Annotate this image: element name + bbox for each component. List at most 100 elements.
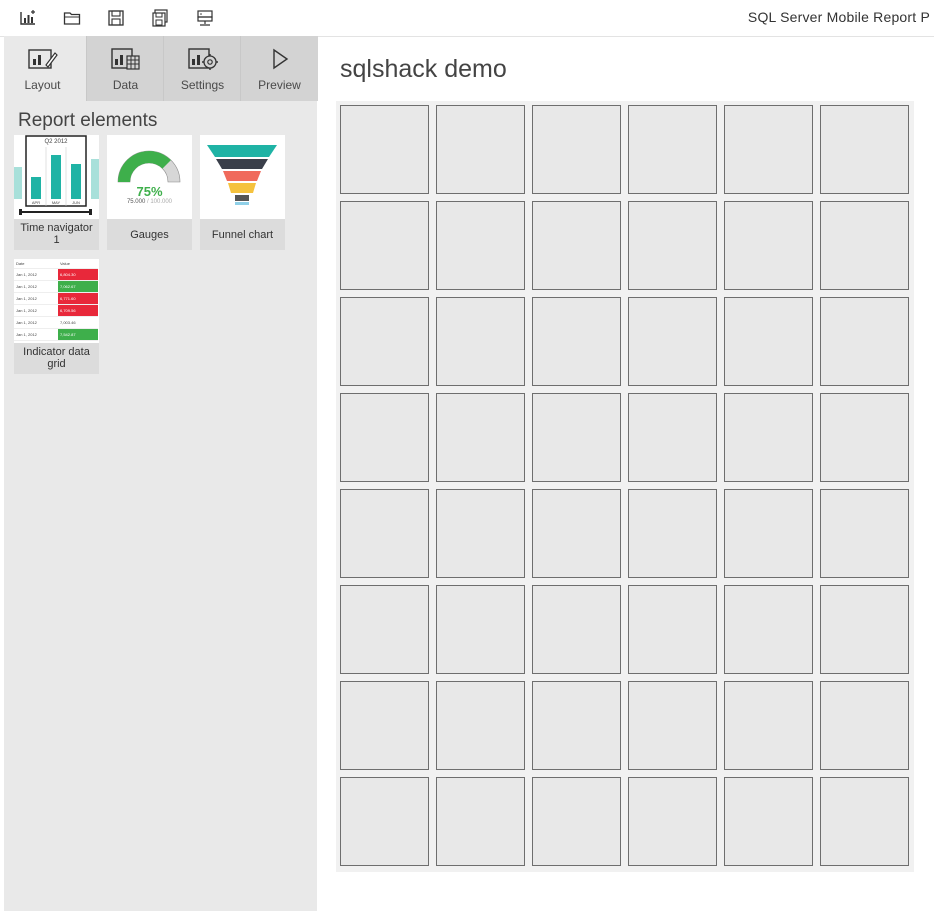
- grid-cell[interactable]: [820, 681, 909, 770]
- gauge-value: 75.000: [126, 199, 146, 205]
- grid-cell[interactable]: [436, 585, 525, 674]
- grid-cell[interactable]: [436, 393, 525, 482]
- grid-cell[interactable]: [628, 585, 717, 674]
- grid-cell[interactable]: [340, 777, 429, 866]
- month-label: MAY: [51, 200, 61, 205]
- grid-cell[interactable]: [628, 297, 717, 386]
- row-value: 6,709.56: [58, 304, 98, 317]
- grid-cell[interactable]: [820, 489, 909, 578]
- grid-cell[interactable]: [436, 297, 525, 386]
- layout-grid: [336, 101, 914, 872]
- column-header: Value: [58, 259, 98, 269]
- tile-label: Gauges: [130, 229, 169, 241]
- row-date: Jan 1, 2012: [14, 292, 58, 305]
- row-date: Jan 1, 2012: [14, 328, 58, 341]
- grid-cell[interactable]: [340, 297, 429, 386]
- grid-cell[interactable]: [724, 297, 813, 386]
- open-folder-icon[interactable]: [61, 8, 83, 28]
- grid-cell[interactable]: [724, 105, 813, 194]
- tab-label: Preview: [258, 78, 301, 92]
- report-elements-heading: Report elements: [18, 110, 158, 131]
- grid-cell[interactable]: [628, 105, 717, 194]
- tab-settings[interactable]: Settings: [163, 36, 241, 101]
- data-grid-table: Date Value Jan 1, 2012 6,804.30 Jan 1, 2…: [14, 259, 98, 341]
- preview-icon: [265, 46, 295, 72]
- tab-data[interactable]: Data: [86, 36, 164, 101]
- grid-cell[interactable]: [532, 297, 621, 386]
- element-time-navigator[interactable]: Q2 2012 APR MAY JUN Time navigator 1: [14, 135, 99, 250]
- grid-cell[interactable]: [724, 489, 813, 578]
- grid-cell[interactable]: [724, 585, 813, 674]
- grid-cell[interactable]: [340, 201, 429, 290]
- grid-cell[interactable]: [340, 393, 429, 482]
- month-label: APR: [31, 200, 41, 205]
- data-grid-thumbnail: Date Value Jan 1, 2012 6,804.30 Jan 1, 2…: [14, 259, 99, 343]
- save-as-icon[interactable]: [149, 8, 171, 28]
- grid-cell[interactable]: [532, 105, 621, 194]
- element-funnel-chart[interactable]: Funnel chart: [200, 135, 285, 250]
- grid-cell[interactable]: [628, 201, 717, 290]
- grid-cell[interactable]: [820, 585, 909, 674]
- grid-cell[interactable]: [820, 297, 909, 386]
- grid-cell[interactable]: [340, 489, 429, 578]
- settings-icon: [187, 46, 218, 72]
- row-date: Jan 1, 2012: [14, 304, 58, 317]
- grid-cell[interactable]: [436, 681, 525, 770]
- grid-cell[interactable]: [532, 201, 621, 290]
- grid-cell[interactable]: [436, 105, 525, 194]
- grid-cell[interactable]: [532, 489, 621, 578]
- report-title[interactable]: sqlshack demo: [340, 55, 507, 84]
- column-header: Date: [14, 259, 58, 269]
- tab-layout[interactable]: Layout: [4, 36, 81, 101]
- app-title: SQL Server Mobile Report P: [747, 9, 930, 25]
- row-date: Jan 1, 2012: [14, 316, 58, 329]
- grid-cell[interactable]: [628, 777, 717, 866]
- grid-cell[interactable]: [532, 393, 621, 482]
- element-indicator-data-grid[interactable]: Date Value Jan 1, 2012 6,804.30 Jan 1, 2…: [14, 259, 99, 374]
- time-navigator-thumbnail: Q2 2012 APR MAY JUN: [14, 135, 99, 219]
- mode-tabs: Layout Data Settings Preview: [4, 36, 318, 101]
- grid-cell[interactable]: [340, 681, 429, 770]
- table-row: Jan 1, 2012 6,771.60: [14, 292, 98, 305]
- grid-cell[interactable]: [532, 777, 621, 866]
- grid-cell[interactable]: [340, 105, 429, 194]
- table-row: Jan 1, 2012 7,062.67: [14, 280, 98, 293]
- save-icon[interactable]: [105, 8, 127, 28]
- tab-preview[interactable]: Preview: [240, 36, 318, 101]
- tab-label: Settings: [180, 78, 225, 92]
- gauge-values: 75.000 / 100.000: [107, 199, 192, 205]
- grid-cell[interactable]: [436, 201, 525, 290]
- grid-cell[interactable]: [724, 393, 813, 482]
- period-label: Q2 2012: [44, 139, 68, 145]
- grid-cell[interactable]: [436, 777, 525, 866]
- data-icon: [110, 46, 141, 72]
- grid-cell[interactable]: [820, 777, 909, 866]
- grid-cell[interactable]: [628, 489, 717, 578]
- row-value: 6,804.30: [58, 268, 98, 281]
- grid-cell[interactable]: [820, 393, 909, 482]
- sidebar: Layout Data Settings Preview Report elem…: [4, 36, 318, 911]
- grid-cell[interactable]: [724, 201, 813, 290]
- tile-label: Indicator data grid: [23, 346, 90, 370]
- tab-label: Data: [112, 78, 139, 92]
- grid-cell[interactable]: [532, 585, 621, 674]
- table-row: Jan 1, 2012 6,709.56: [14, 304, 98, 317]
- grid-cell[interactable]: [436, 489, 525, 578]
- publish-server-icon[interactable]: [194, 8, 216, 28]
- grid-cell[interactable]: [628, 393, 717, 482]
- grid-cell[interactable]: [628, 681, 717, 770]
- tab-label: Layout: [24, 78, 61, 92]
- grid-cell[interactable]: [340, 585, 429, 674]
- grid-cell[interactable]: [820, 105, 909, 194]
- gauge-thumbnail: 75% 75.000 / 100.000: [107, 135, 192, 219]
- table-row: Jan 1, 2012 7,542.87: [14, 328, 98, 341]
- new-report-icon[interactable]: [17, 8, 39, 28]
- element-gauges[interactable]: 75% 75.000 / 100.000 Gauges: [107, 135, 192, 250]
- row-date: Jan 1, 2012: [14, 268, 58, 281]
- table-header-row: Date Value: [14, 259, 98, 269]
- grid-cell[interactable]: [724, 777, 813, 866]
- row-date: Jan 1, 2012: [14, 280, 58, 293]
- grid-cell[interactable]: [532, 681, 621, 770]
- grid-cell[interactable]: [820, 201, 909, 290]
- grid-cell[interactable]: [724, 681, 813, 770]
